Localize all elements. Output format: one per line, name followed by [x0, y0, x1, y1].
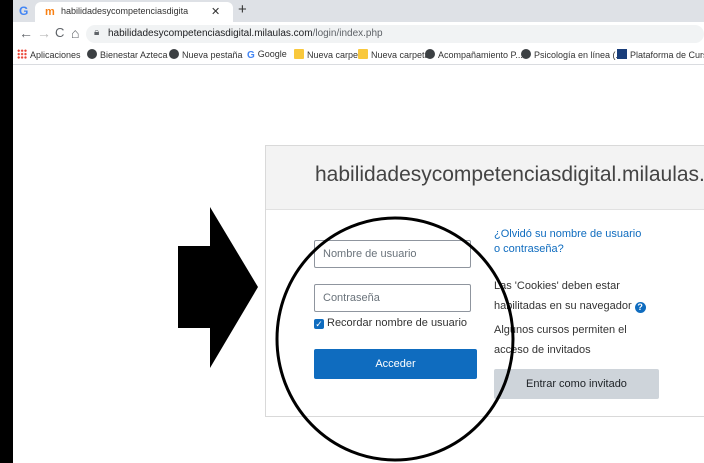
highlight-circle	[275, 216, 515, 462]
arrow-icon	[178, 207, 258, 368]
browser-window: G m habilidadesycompetenciasdigita ✕ + ←…	[13, 0, 704, 463]
annotation-overlay	[178, 207, 515, 462]
